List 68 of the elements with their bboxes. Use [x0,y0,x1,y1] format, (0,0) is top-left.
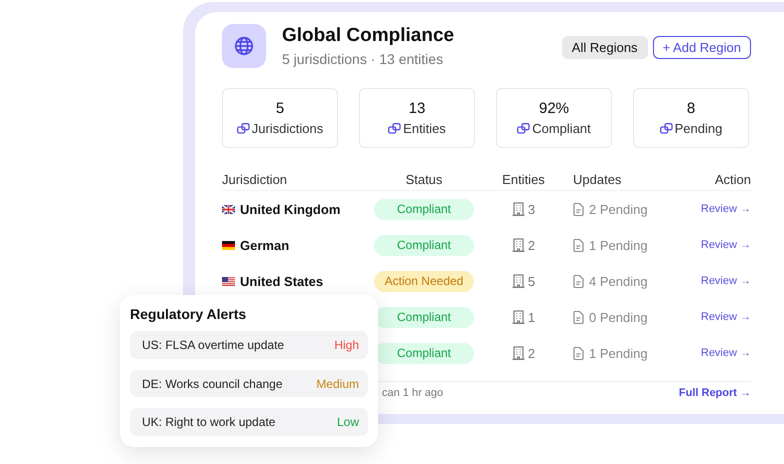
alert-text: US: FLSA overtime update [142,338,284,352]
alert-text: DE: Works council change [142,376,283,390]
review-link[interactable]: Review → [700,239,751,251]
squares-icon [660,123,673,134]
building-icon [512,346,525,360]
column-header: Jurisdiction [222,172,288,186]
building-icon [512,202,525,216]
globe-icon [222,24,266,68]
severity-label: Medium [316,376,359,390]
review-link[interactable]: Review → [700,311,751,323]
stat-label: Entities [403,121,446,136]
jurisdiction-name: United States [240,274,324,288]
squares-icon [517,123,530,134]
building-icon [512,310,525,324]
flag-icon [222,204,235,214]
full-report-link[interactable]: Full Report → [678,387,751,399]
jurisdiction-name: German [240,238,290,252]
stat-value: 92% [538,100,570,117]
jurisdiction-name: United Kingdom [240,202,340,216]
alert-item[interactable]: US: FLSA overtime update High [130,331,368,359]
pending-updates: 0 Pending [589,310,648,324]
stat-label: Pending [674,121,722,136]
document-icon [573,310,584,324]
column-header: Status [404,172,444,186]
page-title: Global Compliance [282,25,454,47]
alerts-title: Regulatory Alerts [130,306,248,322]
stat-value: 5 [276,100,284,117]
document-icon [573,202,584,216]
review-link[interactable]: Review → [700,203,751,215]
column-header: Updates [573,172,622,186]
pending-updates: 1 Pending [589,346,648,360]
squares-icon [236,123,250,134]
document-icon [573,238,584,252]
flag-icon [222,276,235,286]
column-header: Action [714,172,751,186]
document-icon [573,346,584,360]
building-icon [512,238,525,252]
pending-updates: 4 Pending [589,274,648,288]
pending-updates: 2 Pending [589,202,648,216]
last-scan-note: can 1 hr ago [382,387,444,399]
alert-item[interactable]: DE: Works council change Medium [130,370,368,398]
stat-value: 13 [408,100,426,117]
alert-text: UK: Right to work update [142,415,276,430]
entity-count: 3 [528,202,536,216]
review-link[interactable]: Review → [700,347,751,359]
pending-updates: 1 Pending [589,238,648,252]
status-badge: Compliant [374,234,474,256]
document-icon [573,274,584,288]
building-icon [512,274,525,288]
severity-label: Low [336,415,359,430]
flag-icon [222,240,235,250]
add-region-button[interactable]: + Add Region [652,36,751,59]
entity-count: 2 [528,346,536,360]
status-badge: Compliant [374,198,474,220]
stat-label: Compliant [532,121,591,136]
alert-item[interactable]: UK: Right to work update Low [130,408,368,436]
severity-label: High [334,338,359,352]
stat-value: 8 [686,100,696,117]
entity-count: 1 [528,310,536,324]
entity-count: 2 [528,238,536,252]
page-subtitle: 5 jurisdictions · 13 entities [282,51,444,67]
status-badge: Action Needed [374,270,474,292]
column-header: Entities [501,172,546,186]
review-link[interactable]: Review → [700,275,751,287]
squares-icon [388,123,402,134]
entity-count: 5 [528,274,536,288]
region-filter-button[interactable]: All Regions [562,36,648,59]
stat-label: Jurisdictions [252,121,324,136]
